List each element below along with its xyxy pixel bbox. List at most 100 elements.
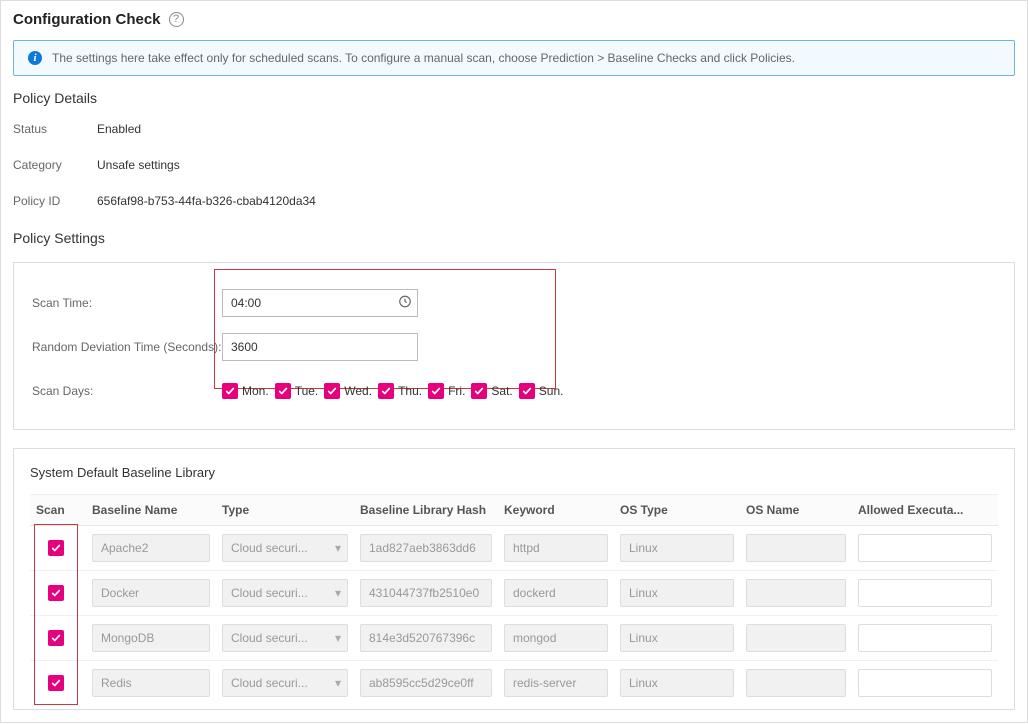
category-label: Category bbox=[13, 158, 97, 172]
scan-time-input[interactable] bbox=[222, 289, 418, 317]
os-type: Linux bbox=[620, 534, 734, 562]
baseline-name: Redis bbox=[92, 669, 210, 697]
help-icon[interactable]: ? bbox=[169, 12, 184, 27]
os-type: Linux bbox=[620, 669, 734, 697]
table-row: Apache2 Cloud securi... ▾ 1ad827aeb3863dd6 h… bbox=[30, 526, 998, 571]
baseline-keyword: redis-server bbox=[504, 669, 608, 697]
day-2: Wed. bbox=[324, 383, 372, 399]
day-label: Sat. bbox=[491, 384, 512, 398]
chevron-down-icon: ▾ bbox=[335, 580, 341, 606]
deviation-label: Random Deviation Time (Seconds): bbox=[32, 340, 222, 354]
page-title: Configuration Check ? bbox=[13, 5, 1015, 40]
info-icon: i bbox=[28, 51, 42, 65]
baseline-table: Scan Baseline Name Type Baseline Library… bbox=[30, 494, 998, 705]
page-title-text: Configuration Check bbox=[13, 11, 161, 28]
baseline-keyword: mongod bbox=[504, 624, 608, 652]
type-select-value: Cloud securi... bbox=[231, 631, 308, 645]
type-select[interactable]: Cloud securi... ▾ bbox=[222, 624, 348, 652]
baseline-hash: 1ad827aeb3863dd6 bbox=[360, 534, 492, 562]
day-label: Mon. bbox=[242, 384, 269, 398]
policyid-value: 656faf98-b753-44fa-b326-cbab4120da34 bbox=[97, 194, 316, 208]
scan-time-label: Scan Time: bbox=[32, 296, 222, 310]
detail-row-policyid: Policy ID 656faf98-b753-44fa-b326-cbab41… bbox=[13, 194, 1015, 208]
type-select-value: Cloud securi... bbox=[231, 676, 308, 690]
col-keyword: Keyword bbox=[498, 495, 614, 526]
baseline-keyword: httpd bbox=[504, 534, 608, 562]
day-checkbox[interactable] bbox=[428, 383, 444, 399]
day-label: Wed. bbox=[344, 384, 372, 398]
day-0: Mon. bbox=[222, 383, 269, 399]
status-value: Enabled bbox=[97, 122, 141, 136]
baseline-hash: ab8595cc5d29ce0ff bbox=[360, 669, 492, 697]
type-select[interactable]: Cloud securi... ▾ bbox=[222, 579, 348, 607]
info-banner: i The settings here take effect only for… bbox=[13, 40, 1015, 76]
day-3: Thu. bbox=[378, 383, 422, 399]
day-checkbox[interactable] bbox=[471, 383, 487, 399]
baseline-keyword: dockerd bbox=[504, 579, 608, 607]
day-label: Tue. bbox=[295, 384, 319, 398]
policyid-label: Policy ID bbox=[13, 194, 97, 208]
table-row: Redis Cloud securi... ▾ ab8595cc5d29ce0ff re… bbox=[30, 661, 998, 706]
col-osname: OS Name bbox=[740, 495, 852, 526]
os-name bbox=[746, 579, 846, 607]
policy-settings-box: Scan Time: Random Deviation Time (Second… bbox=[13, 262, 1015, 430]
type-select[interactable]: Cloud securi... ▾ bbox=[222, 669, 348, 697]
chevron-down-icon: ▾ bbox=[335, 670, 341, 696]
day-6: Sun. bbox=[519, 383, 564, 399]
day-checkbox[interactable] bbox=[378, 383, 394, 399]
type-select-value: Cloud securi... bbox=[231, 541, 308, 555]
baseline-hash: 814e3d520767396c bbox=[360, 624, 492, 652]
status-label: Status bbox=[13, 122, 97, 136]
day-label: Thu. bbox=[398, 384, 422, 398]
day-checkbox[interactable] bbox=[222, 383, 238, 399]
scan-checkbox[interactable] bbox=[48, 585, 64, 601]
baseline-name: MongoDB bbox=[92, 624, 210, 652]
col-exec: Allowed Executa... bbox=[852, 495, 998, 526]
days-row: Mon.Tue.Wed.Thu.Fri.Sat.Sun. bbox=[222, 383, 552, 399]
baseline-name: Docker bbox=[92, 579, 210, 607]
info-banner-text: The settings here take effect only for s… bbox=[52, 51, 795, 65]
scan-checkbox[interactable] bbox=[48, 540, 64, 556]
day-checkbox[interactable] bbox=[519, 383, 535, 399]
allowed-executable-input[interactable] bbox=[858, 579, 992, 607]
chevron-down-icon: ▾ bbox=[335, 535, 341, 561]
library-heading: System Default Baseline Library bbox=[30, 465, 998, 480]
baseline-name: Apache2 bbox=[92, 534, 210, 562]
day-label: Sun. bbox=[539, 384, 564, 398]
chevron-down-icon: ▾ bbox=[335, 625, 341, 651]
scan-checkbox[interactable] bbox=[48, 630, 64, 646]
policy-settings-heading: Policy Settings bbox=[13, 230, 1015, 246]
allowed-executable-input[interactable] bbox=[858, 624, 992, 652]
col-ostype: OS Type bbox=[614, 495, 740, 526]
os-name bbox=[746, 669, 846, 697]
col-scan: Scan bbox=[30, 495, 86, 526]
col-type: Type bbox=[216, 495, 354, 526]
os-name bbox=[746, 534, 846, 562]
table-row: MongoDB Cloud securi... ▾ 814e3d520767396c m… bbox=[30, 616, 998, 661]
scan-days-label: Scan Days: bbox=[32, 384, 222, 398]
day-label: Fri. bbox=[448, 384, 465, 398]
deviation-input[interactable] bbox=[222, 333, 418, 361]
table-row: Docker Cloud securi... ▾ 431044737fb2510e0 d… bbox=[30, 571, 998, 616]
scan-checkbox[interactable] bbox=[48, 675, 64, 691]
day-1: Tue. bbox=[275, 383, 319, 399]
day-4: Fri. bbox=[428, 383, 465, 399]
type-select-value: Cloud securi... bbox=[231, 586, 308, 600]
allowed-executable-input[interactable] bbox=[858, 669, 992, 697]
os-type: Linux bbox=[620, 624, 734, 652]
type-select[interactable]: Cloud securi... ▾ bbox=[222, 534, 348, 562]
detail-row-category: Category Unsafe settings bbox=[13, 158, 1015, 172]
policy-details-heading: Policy Details bbox=[13, 90, 1015, 106]
clock-icon[interactable] bbox=[398, 295, 412, 312]
day-5: Sat. bbox=[471, 383, 512, 399]
detail-row-status: Status Enabled bbox=[13, 122, 1015, 136]
day-checkbox[interactable] bbox=[275, 383, 291, 399]
day-checkbox[interactable] bbox=[324, 383, 340, 399]
allowed-executable-input[interactable] bbox=[858, 534, 992, 562]
baseline-hash: 431044737fb2510e0 bbox=[360, 579, 492, 607]
baseline-library-box: System Default Baseline Library Scan Bas… bbox=[13, 448, 1015, 710]
col-hash: Baseline Library Hash bbox=[354, 495, 498, 526]
os-type: Linux bbox=[620, 579, 734, 607]
category-value: Unsafe settings bbox=[97, 158, 180, 172]
col-name: Baseline Name bbox=[86, 495, 216, 526]
